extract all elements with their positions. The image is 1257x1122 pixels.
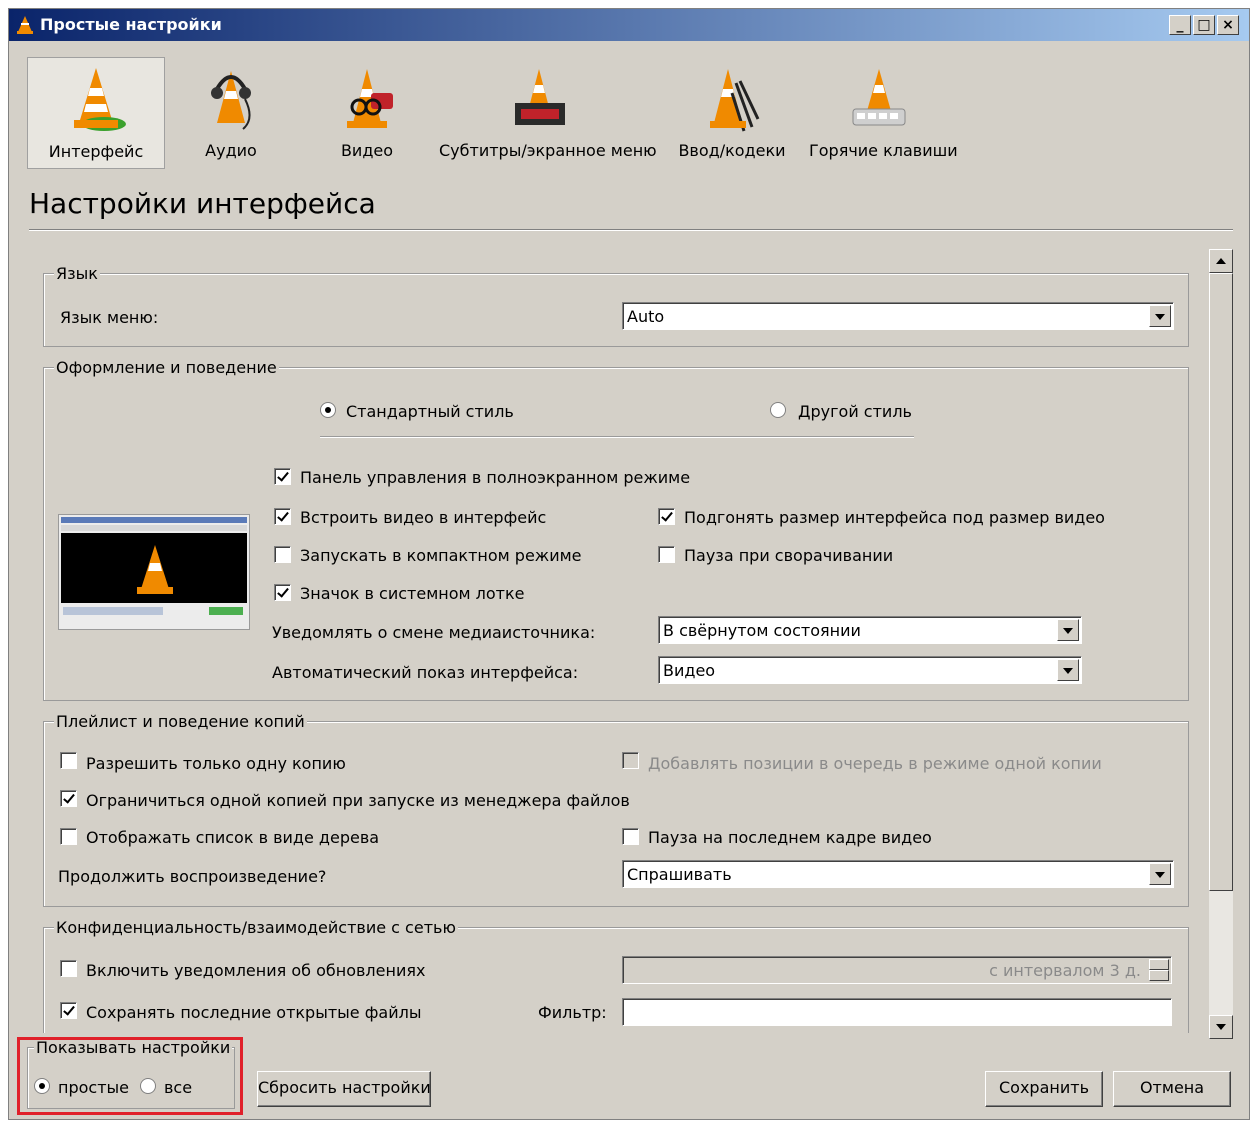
category-interface[interactable]: Интерфейс	[27, 57, 165, 169]
pause-last-frame-label[interactable]: Пауза на последнем кадре видео	[648, 828, 932, 847]
audio-cone-icon	[211, 71, 251, 130]
save-recent-label[interactable]: Сохранять последние открытые файлы	[86, 1003, 421, 1022]
scroll-down-button[interactable]	[1209, 1015, 1233, 1039]
category-input-codecs[interactable]: Ввод/кодеки	[659, 57, 805, 167]
notify-dropdown[interactable]: В свёрнутом состоянии	[658, 616, 1082, 644]
group-title: Плейлист и поведение копий	[54, 712, 307, 731]
group-look-and-feel: Оформление и поведение Стандартный стиль…	[43, 358, 1189, 701]
title-separator	[29, 229, 1233, 231]
one-instance-checkbox[interactable]	[60, 752, 77, 769]
vertical-scrollbar[interactable]	[1209, 249, 1233, 1039]
scroll-thumb[interactable]	[1209, 273, 1233, 891]
enqueue-checkbox	[622, 752, 639, 769]
menu-language-label: Язык меню:	[60, 308, 159, 327]
category-subtitles[interactable]: Субтитры/экранное меню	[439, 57, 657, 167]
group-privacy: Конфиденциальность/взаимодействие с сеть…	[43, 918, 1189, 1033]
update-notify-label[interactable]: Включить уведомления об обновлениях	[86, 961, 425, 980]
fm-one-instance-label[interactable]: Ограничиться одной копией при запуске из…	[86, 791, 630, 810]
settings-scroll-area: Язык Язык меню: Auto Оформление и поведе…	[29, 239, 1209, 1033]
maximize-button[interactable]: □	[1193, 15, 1215, 35]
notify-label: Уведомлять о смене медиаисточника:	[272, 623, 596, 642]
minimal-mode-checkbox[interactable]	[274, 546, 291, 563]
vlc-cone-icon	[17, 16, 33, 34]
dropdown-value: В свёрнутом состоянии	[663, 621, 861, 640]
category-video[interactable]: Видео	[299, 57, 435, 167]
save-recent-checkbox[interactable]	[60, 1002, 77, 1019]
category-label: Ввод/кодеки	[678, 141, 786, 160]
scroll-up-button[interactable]	[1209, 249, 1233, 273]
spinner-arrows-icon	[1149, 959, 1169, 981]
preferences-window: Простые настройки _ □ × Интерфейс Аудио	[8, 8, 1250, 1120]
native-style-label[interactable]: Стандартный стиль	[346, 402, 514, 421]
dropdown-value: Auto	[627, 307, 665, 326]
continue-playback-label: Продолжить воспроизведение?	[58, 867, 327, 886]
group-title: Конфиденциальность/взаимодействие с сеть…	[54, 918, 458, 937]
fm-one-instance-checkbox[interactable]	[60, 790, 77, 807]
hotkeys-cone-icon	[852, 69, 906, 126]
cancel-button[interactable]: Отмена	[1113, 1071, 1231, 1107]
minimize-button[interactable]: _	[1169, 15, 1191, 35]
dropdown-value: Видео	[663, 661, 716, 680]
interface-preview-image	[58, 514, 250, 630]
continue-playback-dropdown[interactable]: Спрашивать	[622, 860, 1174, 888]
window-title: Простые настройки	[40, 15, 222, 34]
page-title: Настройки интерфейса	[29, 187, 376, 220]
embed-video-checkbox[interactable]	[274, 508, 291, 525]
tree-view-label[interactable]: Отображать список в виде дерева	[86, 828, 379, 847]
chevron-down-icon[interactable]	[1149, 863, 1171, 885]
pause-last-frame-checkbox[interactable]	[622, 828, 639, 845]
tree-view-checkbox[interactable]	[60, 828, 77, 845]
chevron-down-icon[interactable]	[1057, 619, 1079, 641]
input-codecs-cone-icon	[710, 69, 760, 132]
category-label: Аудио	[205, 141, 257, 160]
one-instance-label[interactable]: Разрешить только одну копию	[86, 754, 346, 773]
interface-cone-icon	[74, 68, 126, 131]
title-bar[interactable]: Простые настройки _ □ ×	[9, 9, 1249, 41]
systray-checkbox[interactable]	[274, 584, 291, 601]
save-button[interactable]: Сохранить	[985, 1071, 1103, 1107]
category-label: Горячие клавиши	[809, 141, 958, 160]
fs-controller-checkbox[interactable]	[274, 468, 291, 485]
other-style-radio[interactable]	[770, 402, 786, 418]
chevron-down-icon[interactable]	[1057, 659, 1079, 681]
systray-label[interactable]: Значок в системном лотке	[300, 584, 525, 603]
raise-interface-label: Автоматический показ интерфейса:	[272, 663, 579, 682]
vlc-cone-icon	[137, 545, 173, 594]
pause-minimized-checkbox[interactable]	[658, 546, 675, 563]
resize-interface-checkbox[interactable]	[658, 508, 675, 525]
category-audio[interactable]: Аудио	[163, 57, 299, 167]
category-hotkeys[interactable]: Горячие клавиши	[809, 57, 958, 167]
group-title: Оформление и поведение	[54, 358, 279, 377]
category-label: Интерфейс	[48, 142, 144, 161]
native-style-radio[interactable]	[320, 402, 336, 418]
subtitles-cone-icon	[515, 69, 565, 125]
category-label: Видео	[340, 141, 394, 160]
other-style-label[interactable]: Другой стиль	[798, 402, 912, 421]
group-title: Язык	[54, 264, 100, 283]
pause-minimized-label[interactable]: Пауза при сворачивании	[684, 546, 893, 565]
resize-interface-label[interactable]: Подгонять размер интерфейса под размер в…	[684, 508, 1105, 527]
chevron-down-icon[interactable]	[1149, 305, 1171, 327]
group-language: Язык Язык меню: Auto	[43, 264, 1189, 347]
menu-language-dropdown[interactable]: Auto	[622, 302, 1174, 330]
reset-preferences-button[interactable]: Сбросить настройки	[257, 1071, 431, 1107]
filter-input[interactable]	[622, 998, 1172, 1026]
filter-label: Фильтр:	[538, 1003, 607, 1022]
enqueue-label: Добавлять позиции в очередь в режиме одн…	[648, 754, 1102, 773]
dropdown-value: Спрашивать	[627, 865, 732, 884]
minimal-mode-label[interactable]: Запускать в компактном режиме	[300, 546, 582, 565]
style-separator	[320, 436, 914, 438]
video-cone-icon	[347, 69, 393, 128]
raise-interface-dropdown[interactable]: Видео	[658, 656, 1082, 684]
fs-controller-label[interactable]: Панель управления в полноэкранном режиме	[300, 468, 690, 487]
update-notify-checkbox[interactable]	[60, 960, 77, 977]
category-label: Субтитры/экранное меню	[439, 141, 657, 160]
close-button[interactable]: ×	[1217, 15, 1239, 35]
group-playlist: Плейлист и поведение копий Разрешить тол…	[43, 712, 1189, 907]
update-interval-value: с интервалом 3 д.	[989, 961, 1141, 980]
embed-video-label[interactable]: Встроить видео в интерфейс	[300, 508, 546, 527]
update-interval-spinbox: с интервалом 3 д.	[622, 956, 1172, 984]
highlight-box	[17, 1037, 243, 1115]
